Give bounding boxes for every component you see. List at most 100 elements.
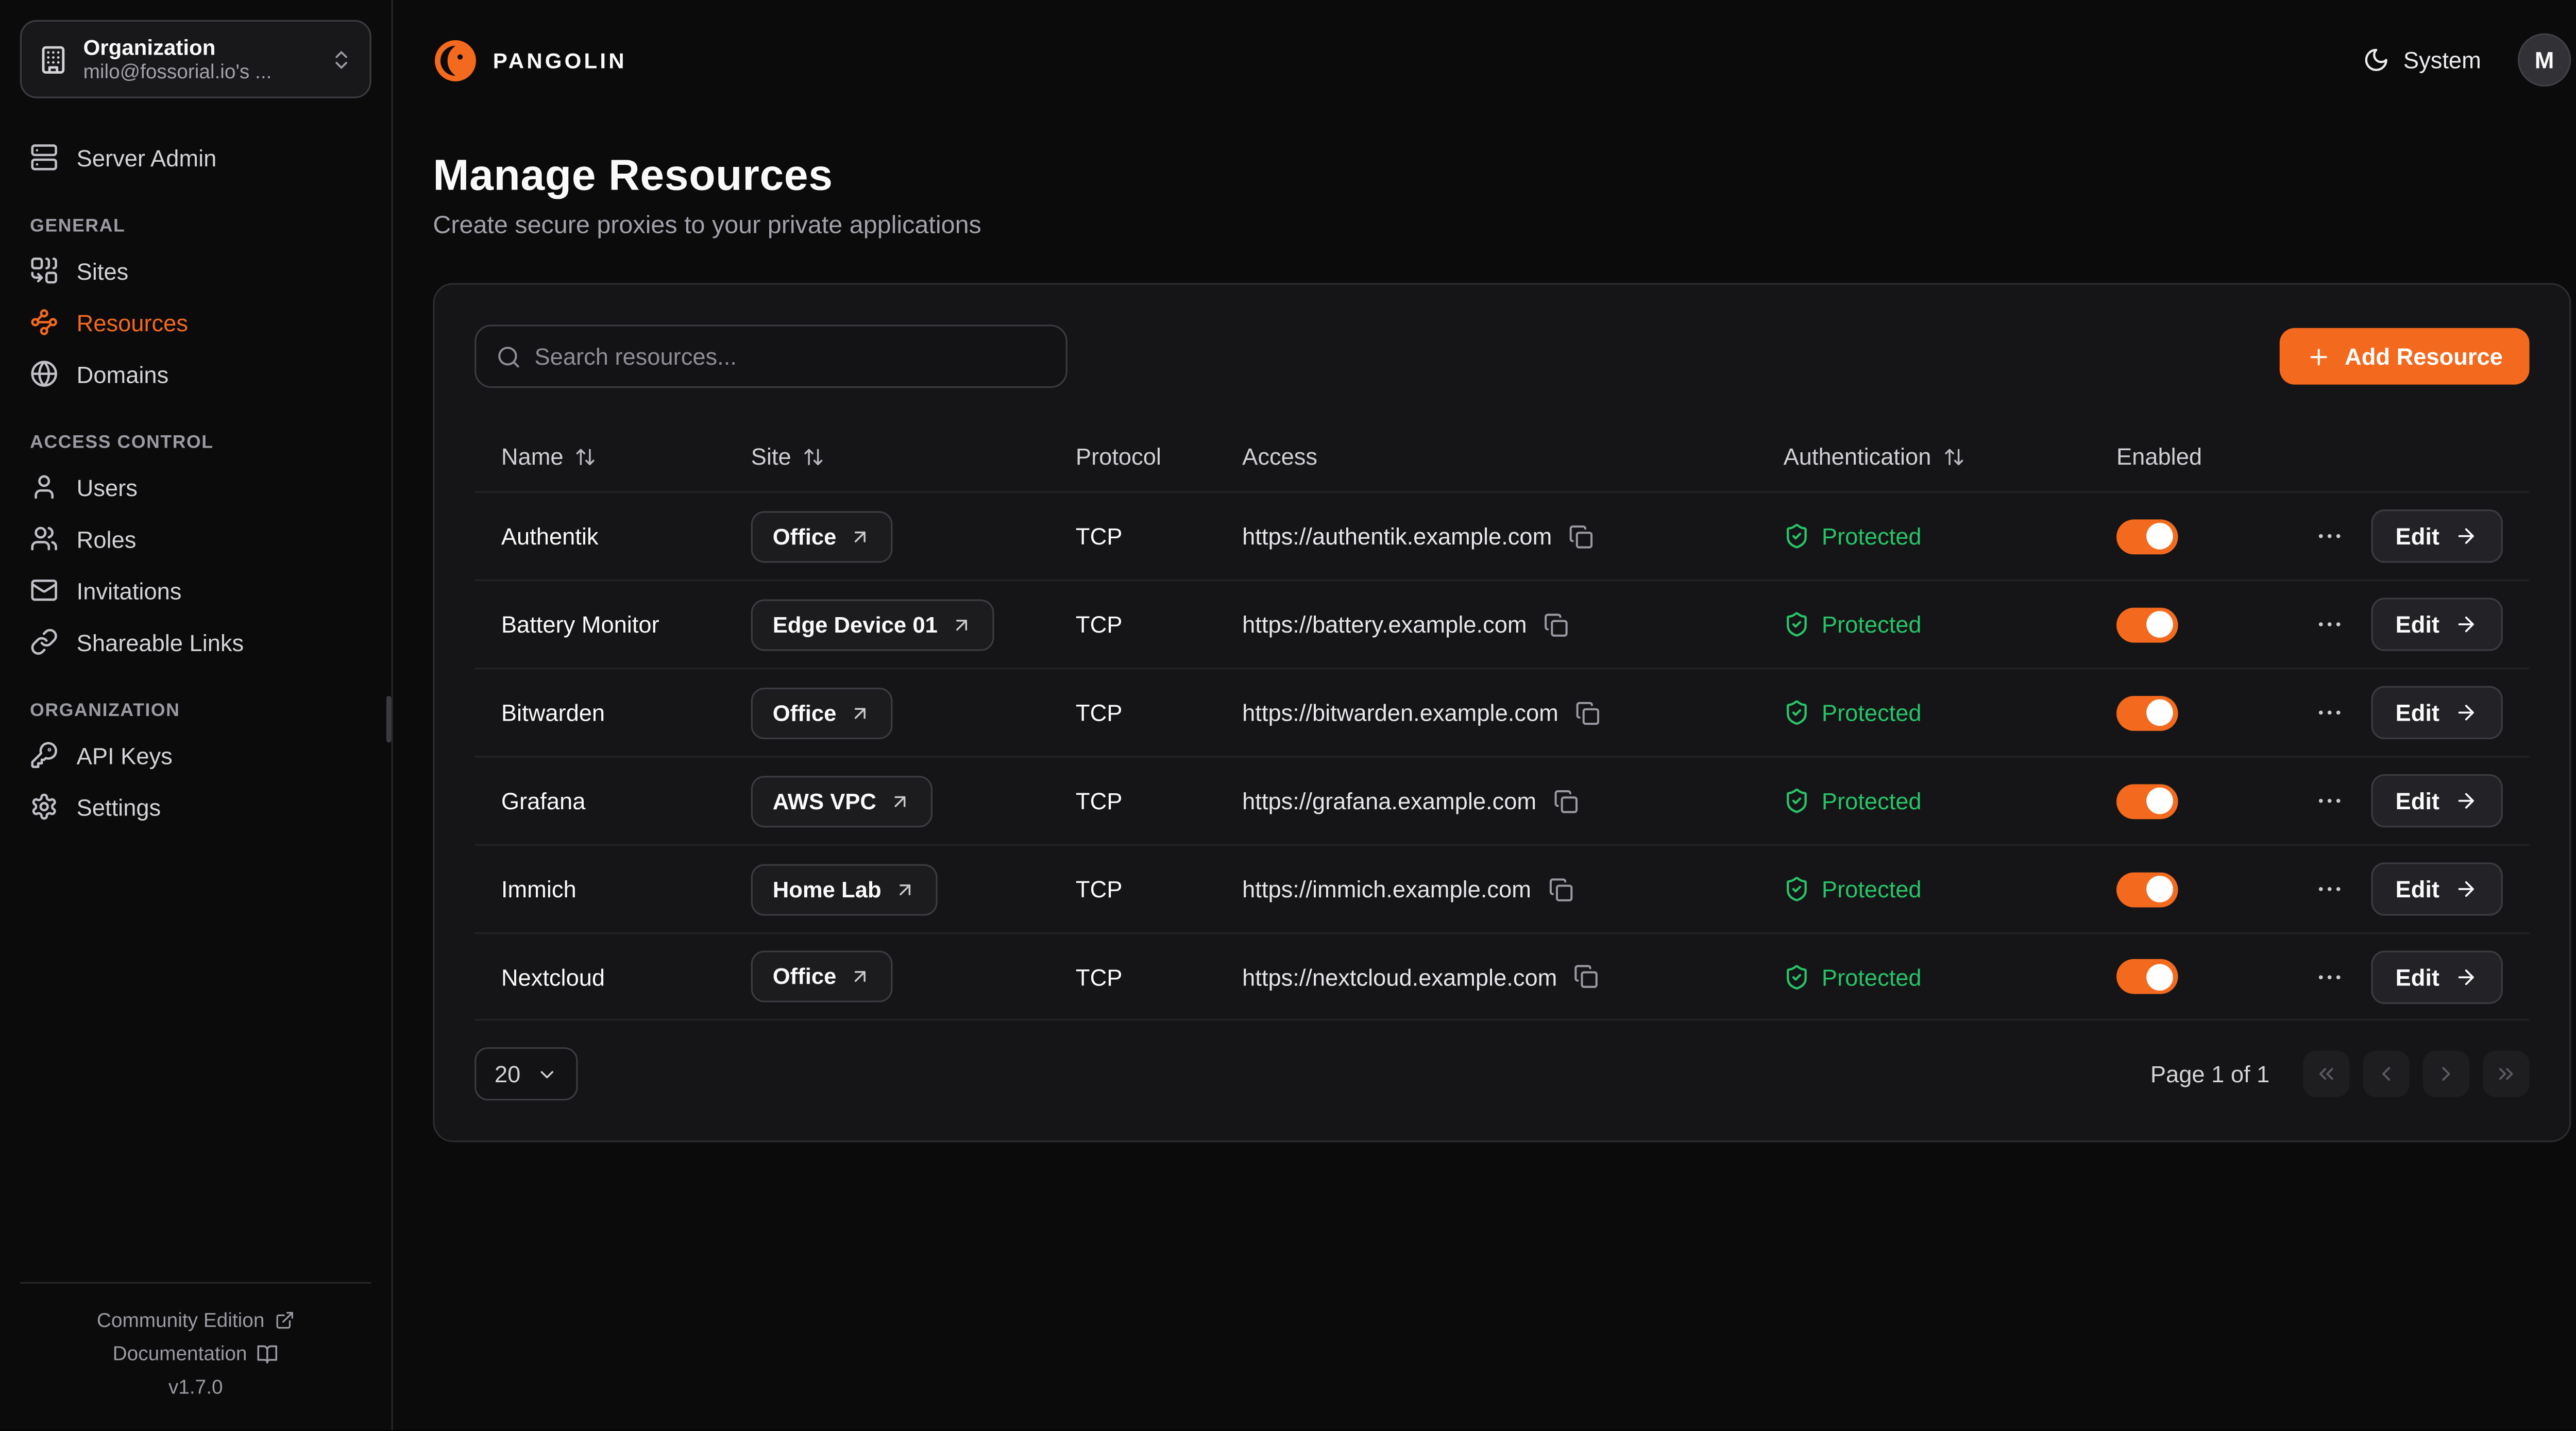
sidebar-item-sites[interactable]: Sites [20, 245, 371, 296]
sort-icon [803, 446, 824, 467]
copy-url-button[interactable] [1572, 697, 1603, 728]
resource-name: Authentik [474, 523, 724, 550]
copy-url-button[interactable] [1550, 785, 1581, 816]
enabled-toggle[interactable] [2116, 519, 2178, 554]
shield-check-icon [1784, 876, 1810, 902]
search-input[interactable] [535, 343, 1046, 370]
site-cell: Office [724, 687, 1049, 738]
edit-button[interactable]: Edit [2370, 598, 2503, 651]
site-link-button[interactable]: AWS VPC [751, 775, 933, 827]
sidebar-item-resources[interactable]: Resources [20, 296, 371, 348]
row-menu-button[interactable] [2311, 694, 2347, 731]
row-menu-button[interactable] [2311, 518, 2347, 554]
enabled-toggle[interactable] [2116, 607, 2178, 642]
protocol-cell: TCP [1049, 611, 1215, 638]
first-page-button[interactable] [2303, 1050, 2349, 1097]
documentation-label: Documentation [113, 1342, 247, 1365]
sidebar-item-label: Sites [77, 257, 129, 284]
table-row: Immich Home Lab TCP https://immich.examp… [474, 844, 2529, 932]
sidebar-item-domains[interactable]: Domains [20, 348, 371, 400]
server-icon [30, 143, 58, 172]
arrow-right-icon [2454, 789, 2478, 812]
copy-icon [1553, 788, 1578, 813]
column-header-name[interactable]: Name [474, 443, 724, 470]
add-resource-button[interactable]: Add Resource [2280, 328, 2530, 385]
enabled-toggle[interactable] [2116, 872, 2178, 907]
sidebar-scrollbar-thumb[interactable] [386, 696, 392, 742]
sidebar-item-label: Server Admin [77, 144, 217, 171]
edit-button-label: Edit [2396, 788, 2439, 814]
ellipsis-icon [2314, 874, 2344, 904]
section-title-general: GENERAL [30, 216, 361, 236]
last-page-button[interactable] [2483, 1050, 2529, 1097]
access-cell: https://nextcloud.example.com [1215, 961, 1756, 992]
top-bar: PANGOLIN System M [433, 0, 2571, 120]
prev-page-button[interactable] [2363, 1050, 2409, 1097]
auth-status: Protected [1757, 963, 2090, 990]
table-header-row: Name Site Protocol Access Authentication [474, 421, 2529, 491]
edit-button[interactable]: Edit [2370, 862, 2503, 915]
copy-url-button[interactable] [1565, 520, 1597, 552]
sidebar-item-roles[interactable]: Roles [20, 513, 371, 564]
plus-icon [2307, 344, 2331, 368]
column-header-site[interactable]: Site [724, 443, 1049, 470]
sidebar-item-invitations[interactable]: Invitations [20, 565, 371, 616]
row-menu-button[interactable] [2311, 782, 2347, 819]
page-size-select[interactable]: 20 [474, 1047, 577, 1100]
user-icon [30, 473, 58, 501]
external-arrow-icon [890, 790, 911, 812]
sidebar-item-api-keys[interactable]: API Keys [20, 729, 371, 781]
site-cell: Office [724, 951, 1049, 1002]
org-selector[interactable]: Organization milo@fossorial.io's ... [20, 20, 371, 98]
sidebar-item-label: Shareable Links [77, 628, 244, 655]
auth-status-label: Protected [1822, 788, 1922, 814]
protocol-cell: TCP [1049, 699, 1215, 726]
resources-icon [30, 308, 58, 336]
edit-button[interactable]: Edit [2370, 950, 2503, 1003]
enabled-toggle[interactable] [2116, 695, 2178, 730]
enabled-toggle[interactable] [2116, 959, 2178, 994]
chevrons-up-down-icon [330, 47, 353, 71]
site-link-button[interactable]: Home Lab [751, 863, 938, 915]
app-window: Organization milo@fossorial.io's ... Ser… [0, 0, 2576, 1430]
avatar[interactable]: M [2518, 33, 2571, 87]
enabled-toggle[interactable] [2116, 783, 2178, 819]
row-menu-button[interactable] [2311, 958, 2347, 995]
edit-button[interactable]: Edit [2370, 774, 2503, 827]
next-page-button[interactable] [2423, 1050, 2469, 1097]
site-name: Office [773, 700, 837, 725]
row-menu-button[interactable] [2311, 606, 2347, 642]
copy-url-button[interactable] [1545, 873, 1576, 905]
sidebar-item-shareable-links[interactable]: Shareable Links [20, 616, 371, 668]
external-arrow-icon [850, 966, 871, 987]
edit-button[interactable]: Edit [2370, 686, 2503, 739]
auth-status: Protected [1757, 611, 2090, 638]
table-row: Battery Monitor Edge Device 01 TCP https… [474, 580, 2529, 668]
shield-check-icon [1784, 611, 1810, 638]
copy-url-button[interactable] [1570, 961, 1602, 992]
site-link-button[interactable]: Office [751, 687, 893, 738]
page-title: Manage Resources [433, 150, 2571, 201]
theme-switcher[interactable]: System [2363, 46, 2481, 73]
resource-name: Grafana [474, 788, 724, 814]
site-link-button[interactable]: Office [751, 951, 893, 1002]
toggle-knob [2146, 699, 2173, 726]
sidebar-item-server-admin[interactable]: Server Admin [20, 131, 371, 183]
column-header-authentication[interactable]: Authentication [1757, 443, 2090, 470]
edit-button[interactable]: Edit [2370, 509, 2503, 563]
sidebar-item-users[interactable]: Users [20, 461, 371, 513]
sidebar-item-label: Roles [77, 525, 137, 552]
page-indicator: Page 1 of 1 [2150, 1061, 2269, 1087]
sidebar-item-settings[interactable]: Settings [20, 781, 371, 832]
site-link-button[interactable]: Office [751, 510, 893, 562]
copy-url-button[interactable] [1540, 608, 1571, 640]
row-menu-button[interactable] [2311, 871, 2347, 907]
site-link-button[interactable]: Edge Device 01 [751, 599, 994, 650]
moon-icon [2363, 46, 2390, 73]
edit-button-label: Edit [2396, 699, 2439, 726]
column-header-protocol: Protocol [1049, 443, 1215, 470]
documentation-link[interactable]: Documentation [20, 1337, 371, 1370]
toggle-knob [2146, 788, 2173, 814]
access-url: https://immich.example.com [1242, 876, 1531, 902]
community-edition-link[interactable]: Community Edition [20, 1304, 371, 1337]
